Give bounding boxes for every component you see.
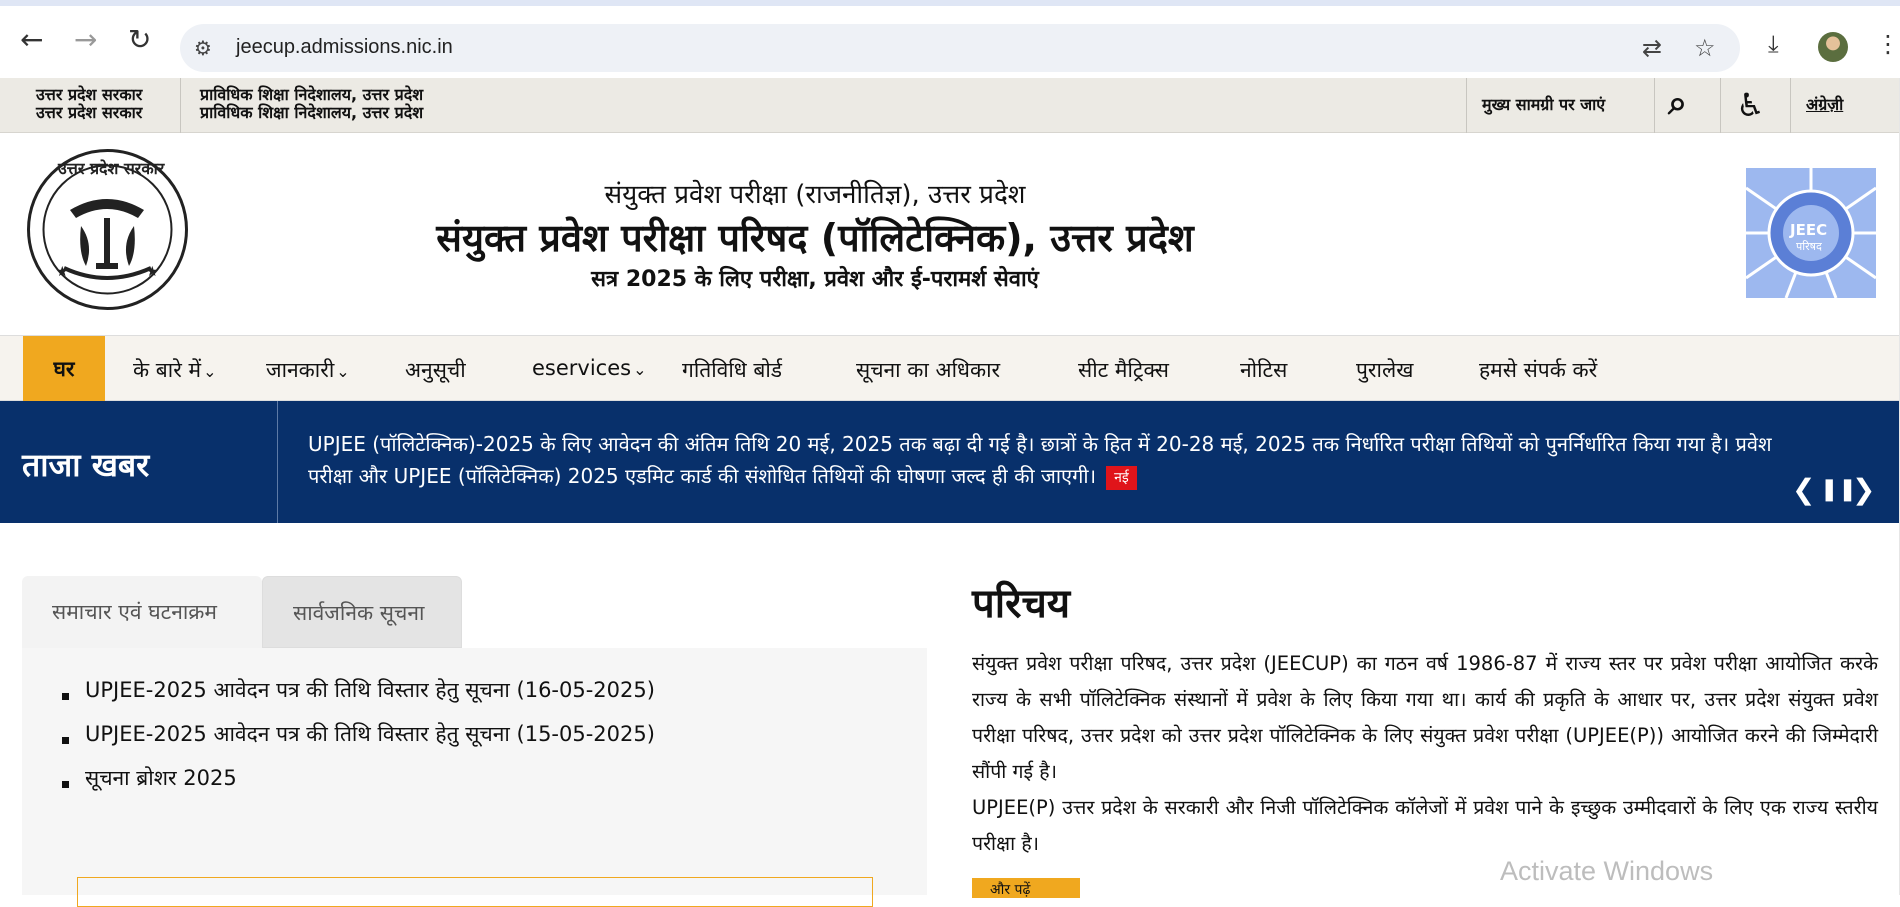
govt-name-line1: उत्तर प्रदेश सरकार [36, 85, 143, 104]
read-more-button[interactable]: और पढ़ें [972, 878, 1080, 898]
list-item[interactable]: सूचना ब्रोशर 2025 [85, 764, 237, 792]
divider [180, 78, 181, 133]
tab-public-notice[interactable]: सार्वजनिक सूचना [262, 576, 462, 648]
nav-label: पुरालेख [1356, 358, 1414, 382]
intro-heading: परिचय [972, 581, 1071, 627]
list-item[interactable]: UPJEE-2025 आवेदन पत्र की तिथि विस्तार हे… [85, 676, 655, 704]
divider [1720, 78, 1721, 133]
list-item[interactable]: UPJEE-2025 आवेदन पत्र की तिथि विस्तार हे… [85, 720, 655, 748]
news-label: ताजा खबर [22, 446, 150, 484]
nav-label: नोटिस [1240, 358, 1288, 382]
nav-label: के बारे में [133, 358, 202, 382]
bullet [62, 693, 69, 700]
divider [1790, 78, 1791, 133]
govt-name-line2: उत्तर प्रदेश सरकार [36, 103, 143, 122]
nav-label: सीट मैट्रिक्स [1078, 358, 1169, 382]
prev-icon[interactable]: ❮ [1792, 473, 1815, 506]
star-icon[interactable]: ☆ [1694, 34, 1716, 62]
translate-icon[interactable]: ⇄ [1642, 34, 1662, 62]
chevron-down-icon: ⌄ [203, 362, 217, 381]
intro-paragraph-1: संयुक्त प्रवेश परीक्षा परिषद, उत्तर प्रद… [972, 652, 1878, 783]
nav-label: अनुसूची [405, 358, 466, 382]
search-icon[interactable]: ⌕ [1668, 84, 1687, 122]
reload-icon[interactable]: ↻ [128, 26, 151, 54]
nav-eservices[interactable]: eservices ⌄ [532, 356, 647, 380]
nav-label: हमसे संपर्क करें [1479, 358, 1598, 382]
news-text: UPJEE (पॉलिटेक्निक)-2025 के लिए आवेदन की… [308, 432, 1772, 488]
address-bar[interactable]: ⚙ jeecup.admissions.nic.in ⇄ ☆ [180, 24, 1740, 72]
dept-name-line1: प्राविधिक शिक्षा निदेशालय, उत्तर प्रदेश [200, 85, 424, 104]
skip-to-content-link[interactable]: मुख्य सामग्री पर जाएं [1482, 96, 1605, 114]
next-icon[interactable]: ❯ [1852, 473, 1875, 506]
nav-about[interactable]: के बारे में ⌄ [133, 356, 216, 384]
tab-label: सार्वजनिक सूचना [293, 601, 425, 625]
jeec-text: JEEC [1790, 221, 1828, 239]
nav-label: जानकारी [266, 358, 335, 382]
nav-schedule[interactable]: अनुसूची [405, 356, 466, 384]
nav-notice[interactable]: नोटिस [1240, 356, 1287, 384]
bullet [62, 781, 69, 788]
dept-name-line2: प्राविधिक शिक्षा निदेशालय, उत्तर प्रदेश [200, 103, 424, 122]
tab-label: समाचार एवं घटनाक्रम [52, 600, 217, 624]
divider [1654, 78, 1655, 133]
nav-activity-board[interactable]: गतिविधि बोर्ड [682, 356, 782, 384]
language-link[interactable]: अंग्रेज़ी [1806, 96, 1843, 114]
nav-label: eservices [532, 356, 632, 380]
nav-label: गतिविधि बोर्ड [682, 358, 783, 382]
accessibility-icon[interactable]: ♿ [1736, 86, 1765, 124]
nav-archive[interactable]: पुरालेख [1356, 356, 1413, 384]
nav-rti[interactable]: सूचना का अधिकार [856, 356, 1000, 384]
profile-avatar[interactable] [1818, 32, 1848, 62]
news-item[interactable]: UPJEE (पॉलिटेक्निक)-2025 के लिए आवेदन की… [308, 428, 1808, 492]
page-title: संयुक्त प्रवेश परीक्षा परिषद (पॉलिटेक्नि… [436, 216, 1194, 260]
government-bar: उत्तर प्रदेश सरकार उत्तर प्रदेश सरकार प्… [0, 78, 1900, 133]
site-settings-icon[interactable]: ⚙ [194, 36, 212, 60]
url-text[interactable]: jeecup.admissions.nic.in [236, 36, 453, 59]
browser-toolbar: ← → ↻ ⚙ jeecup.admissions.nic.in ⇄ ☆ ⤓ ⋮ [0, 0, 1900, 78]
header-subtitle: संयुक्त प्रवेश परीक्षा (राजनीतिज्ञ), उत्… [604, 180, 1026, 210]
nav-seat-matrix[interactable]: सीट मैट्रिक्स [1078, 356, 1169, 384]
header-tagline: सत्र 2025 के लिए परीक्षा, प्रवेश और ई-पर… [591, 267, 1039, 292]
download-icon[interactable]: ⤓ [1768, 30, 1779, 58]
divider [277, 401, 278, 523]
menu-icon[interactable]: ⋮ [1876, 30, 1900, 58]
latest-news-ticker: ताजा खबर UPJEE (पॉलिटेक्निक)-2025 के लिए… [0, 401, 1900, 523]
windows-activation-watermark: Activate Windows [1500, 856, 1714, 886]
chevron-down-icon: ⌄ [336, 362, 350, 381]
highlight-box [77, 877, 873, 907]
nav-contact[interactable]: हमसे संपर्क करें [1479, 356, 1597, 384]
nav-label: सूचना का अधिकार [856, 358, 1001, 382]
main-nav: घर के बारे में ⌄ जानकारी ⌄ अनुसूची eservic… [0, 335, 1900, 402]
site-header: ★ ★ उत्तर प्रदेश सरकार संयुक्त प्रवेश पर… [0, 133, 1900, 335]
new-badge: नई [1106, 465, 1137, 490]
jeec-subtext: परिषद [1796, 240, 1822, 253]
nav-label: घर [53, 357, 75, 381]
nav-information[interactable]: जानकारी ⌄ [266, 356, 350, 384]
nav-home[interactable]: घर [23, 336, 105, 402]
chevron-down-icon: ⌄ [633, 360, 647, 379]
intro-paragraph-2: UPJEE(P) उत्तर प्रदेश के सरकारी और निजी … [972, 796, 1878, 855]
divider [1466, 78, 1467, 133]
back-icon[interactable]: ← [20, 26, 43, 54]
bullet [62, 737, 69, 744]
forward-icon[interactable]: → [74, 26, 97, 54]
tab-news-events[interactable]: समाचार एवं घटनाक्रम [22, 576, 262, 648]
